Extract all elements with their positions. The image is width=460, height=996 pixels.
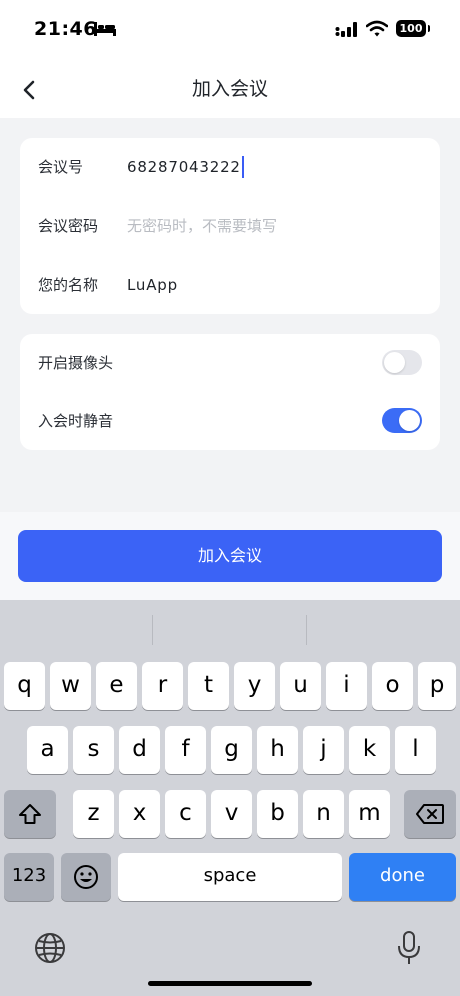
wifi-icon: [366, 20, 388, 37]
key-d[interactable]: d: [119, 726, 160, 774]
key-a[interactable]: a: [27, 726, 68, 774]
password-label: 会议密码: [38, 217, 99, 235]
key-w[interactable]: w: [50, 662, 91, 710]
key-m[interactable]: m: [349, 790, 390, 838]
emoji-key[interactable]: [61, 853, 111, 901]
key-h[interactable]: h: [257, 726, 298, 774]
name-row[interactable]: 您的名称 LuApp: [38, 256, 422, 314]
battery-level: 100: [399, 22, 423, 35]
microphone-icon[interactable]: [396, 930, 422, 966]
cellular-signal-icon: [335, 22, 357, 37]
join-meeting-button[interactable]: 加入会议: [18, 530, 442, 582]
key-p[interactable]: p: [418, 662, 456, 710]
meeting-id-row[interactable]: 会议号 68287043222: [38, 138, 422, 196]
key-u[interactable]: u: [280, 662, 321, 710]
key-j[interactable]: j: [303, 726, 344, 774]
key-s[interactable]: s: [73, 726, 114, 774]
camera-label: 开启摄像头: [38, 354, 114, 372]
home-indicator: [148, 981, 312, 986]
camera-toggle[interactable]: [382, 350, 422, 375]
back-icon[interactable]: [14, 74, 46, 106]
sleep-focus-icon: [94, 22, 116, 36]
nav-bar: 加入会议: [0, 62, 460, 118]
status-bar: 21:46 100: [0, 0, 460, 62]
mute-label: 入会时静音: [38, 412, 114, 430]
mute-row: 入会时静音: [38, 392, 422, 450]
key-b[interactable]: b: [257, 790, 298, 838]
password-row[interactable]: 会议密码 无密码时，不需要填写: [38, 197, 422, 255]
shift-icon: [19, 804, 41, 824]
meeting-id-value: 68287043222: [127, 158, 241, 176]
name-input[interactable]: LuApp: [127, 256, 178, 314]
key-x[interactable]: x: [119, 790, 160, 838]
toggle-knob: [399, 410, 420, 431]
done-key[interactable]: done: [349, 853, 456, 901]
key-v[interactable]: v: [211, 790, 252, 838]
toggle-knob: [384, 352, 405, 373]
key-r[interactable]: r: [142, 662, 183, 710]
key-o[interactable]: o: [372, 662, 413, 710]
status-time: 21:46: [34, 18, 97, 40]
text-caret: [241, 155, 244, 178]
meeting-info-card: 会议号 68287043222 会议密码 无密码时，不需要填写 您的名称 LuA…: [20, 138, 440, 314]
key-y[interactable]: y: [234, 662, 275, 710]
key-g[interactable]: g: [211, 726, 252, 774]
meeting-id-label: 会议号: [38, 158, 84, 176]
globe-icon[interactable]: [34, 932, 66, 964]
battery-cap: [428, 25, 430, 32]
numbers-key[interactable]: 123: [4, 853, 54, 901]
password-input[interactable]: 无密码时，不需要填写: [127, 197, 277, 255]
key-t[interactable]: t: [188, 662, 229, 710]
key-n[interactable]: n: [303, 790, 344, 838]
mute-toggle[interactable]: [382, 408, 422, 433]
camera-row: 开启摄像头: [38, 334, 422, 392]
key-i[interactable]: i: [326, 662, 367, 710]
delete-icon: [416, 804, 444, 824]
meeting-id-input[interactable]: 68287043222: [127, 138, 244, 196]
key-l[interactable]: l: [395, 726, 436, 774]
key-c[interactable]: c: [165, 790, 206, 838]
emoji-icon: [74, 865, 98, 889]
key-q[interactable]: q: [4, 662, 45, 710]
delete-key[interactable]: [404, 790, 456, 838]
battery-icon: 100: [396, 20, 426, 37]
shift-key[interactable]: [4, 790, 56, 838]
settings-card: 开启摄像头 入会时静音: [20, 334, 440, 450]
key-f[interactable]: f: [165, 726, 206, 774]
suggestion-divider: [306, 615, 307, 645]
key-k[interactable]: k: [349, 726, 390, 774]
page-title: 加入会议: [191, 78, 268, 100]
name-label: 您的名称: [38, 276, 99, 294]
key-e[interactable]: e: [96, 662, 137, 710]
space-key[interactable]: space: [118, 853, 342, 901]
key-z[interactable]: z: [73, 790, 114, 838]
suggestion-divider: [152, 615, 153, 645]
